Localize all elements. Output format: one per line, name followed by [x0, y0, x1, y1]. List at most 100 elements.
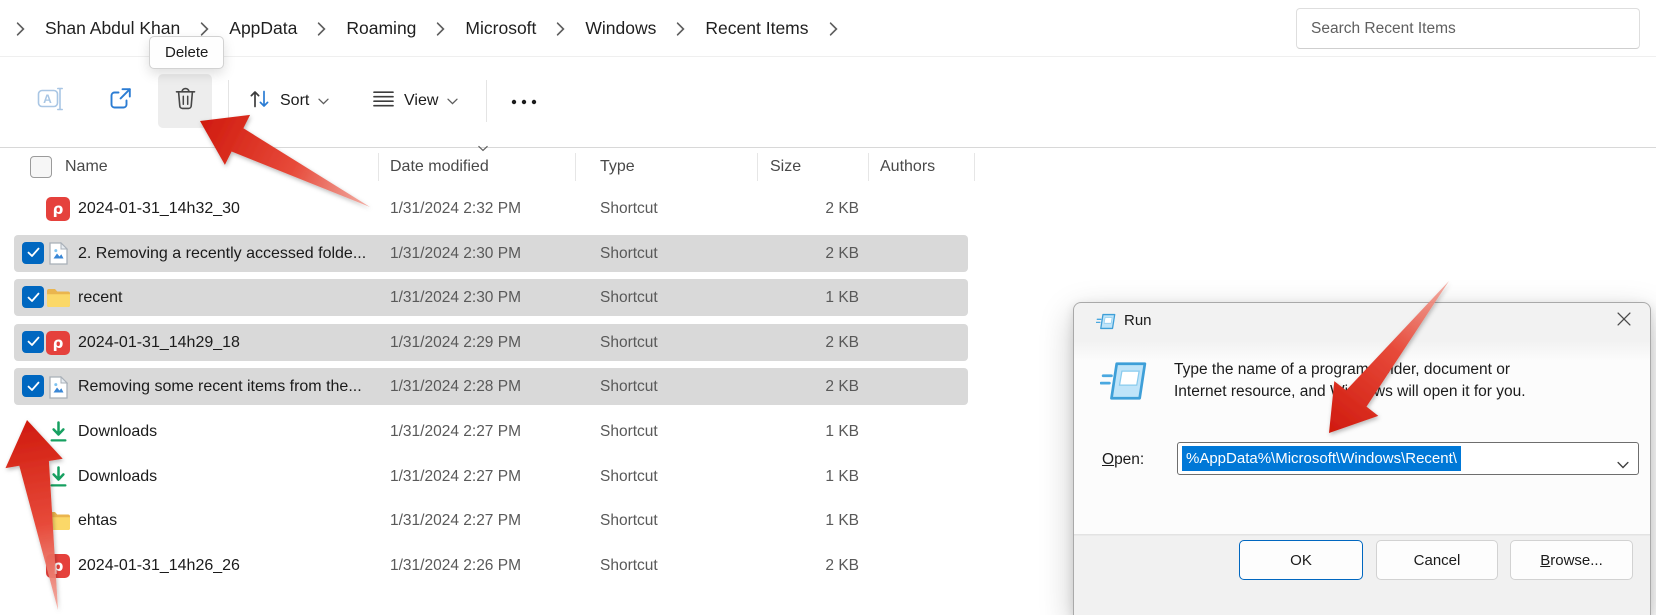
file-type: Shortcut — [600, 244, 658, 262]
run-icon — [1099, 361, 1148, 406]
column-header-type[interactable]: Type — [600, 148, 635, 186]
file-size: 2 KB — [825, 378, 859, 396]
share-icon — [108, 86, 133, 116]
document-file-icon — [45, 241, 71, 267]
file-name: 2024-01-31_14h32_30 — [78, 200, 240, 217]
table-row[interactable]: ρ 2024-01-31_14h29_18 1/31/2024 2:29 PM Sho… — [14, 323, 968, 361]
file-size: 2 KB — [825, 244, 859, 262]
folder-icon — [45, 285, 71, 311]
open-label: Open: — [1102, 451, 1145, 468]
delete-tooltip-label: Delete — [165, 44, 209, 61]
screenpresso-file-icon: ρ — [45, 196, 71, 222]
run-dialog-description: Type the name of a program, folder, docu… — [1174, 359, 1629, 403]
ellipsis-icon — [511, 92, 537, 110]
file-name: Downloads — [78, 467, 158, 485]
view-button[interactable]: View — [364, 74, 466, 128]
select-all-checkbox[interactable] — [30, 156, 52, 178]
run-dialog-title: Run — [1124, 312, 1152, 329]
file-size: 1 KB — [825, 467, 859, 485]
file-date-modified: 1/31/2024 2:30 PM — [390, 244, 521, 262]
breadcrumb-item[interactable]: Roaming — [336, 13, 426, 44]
column-header-size[interactable]: Size — [770, 148, 801, 186]
folder-icon — [45, 508, 71, 534]
table-row[interactable]: Removing some recent items from the... 1/… — [14, 368, 968, 406]
trash-icon — [175, 87, 196, 115]
breadcrumb-chevron-icon[interactable] — [675, 21, 686, 36]
sort-icon — [248, 88, 271, 115]
file-type: Shortcut — [600, 200, 658, 217]
table-row[interactable]: ρ 2024-01-31_14h26_26 1/31/2024 2:26 PM Sho… — [14, 547, 968, 584]
ok-button[interactable]: OK — [1239, 540, 1363, 580]
file-name: Removing some recent items from the... — [78, 378, 362, 396]
share-button[interactable] — [92, 74, 148, 128]
view-list-icon — [372, 89, 395, 114]
column-divider[interactable] — [575, 153, 576, 181]
breadcrumb-chevron-icon[interactable] — [828, 21, 839, 36]
chevron-down-icon — [318, 92, 329, 110]
column-divider[interactable] — [378, 153, 379, 181]
table-row[interactable]: recent 1/31/2024 2:30 PM Shortcut 1 KB — [14, 279, 968, 317]
breadcrumb-chevron-icon[interactable] — [15, 21, 26, 36]
sort-button[interactable]: Sort — [240, 74, 337, 128]
row-checkbox[interactable] — [22, 286, 44, 309]
file-date-modified: 1/31/2024 2:30 PM — [390, 289, 521, 307]
file-name: 2. Removing a recently accessed folde... — [78, 244, 367, 262]
file-name: recent — [78, 289, 123, 307]
file-size: 1 KB — [825, 289, 859, 307]
breadcrumb-chevron-icon[interactable] — [555, 21, 566, 36]
file-type: Shortcut — [600, 512, 658, 530]
breadcrumb-chevron-icon[interactable] — [316, 21, 327, 36]
file-date-modified: 1/31/2024 2:27 PM — [390, 422, 521, 440]
toolbar: A Sort View — [0, 57, 1656, 147]
column-divider[interactable] — [974, 153, 975, 181]
file-size: 2 KB — [825, 200, 859, 217]
cancel-button[interactable]: Cancel — [1376, 540, 1498, 580]
file-date-modified: 1/31/2024 2:27 PM — [390, 467, 521, 485]
close-button[interactable] — [1608, 307, 1640, 336]
table-row[interactable]: Downloads 1/31/2024 2:27 PM Shortcut 1 KB — [14, 458, 968, 495]
ok-button-label: OK — [1290, 551, 1312, 569]
file-date-modified: 1/31/2024 2:28 PM — [390, 378, 521, 396]
table-row[interactable]: Downloads 1/31/2024 2:27 PM Shortcut 1 KB — [14, 413, 968, 450]
browse-button[interactable]: Browse... — [1510, 540, 1633, 580]
breadcrumb-chevron-icon[interactable] — [435, 21, 446, 36]
column-header-authors[interactable]: Authors — [880, 148, 935, 186]
search-input[interactable] — [1296, 8, 1640, 49]
view-button-label: View — [404, 92, 439, 109]
breadcrumb-item[interactable]: AppData — [219, 13, 307, 44]
file-size: 1 KB — [825, 512, 859, 530]
column-header-name[interactable]: Name — [65, 148, 108, 186]
table-row[interactable]: ρ 2024-01-31_14h32_30 1/31/2024 2:32 PM Sho… — [14, 190, 968, 227]
column-divider[interactable] — [757, 153, 758, 181]
delete-button[interactable] — [158, 74, 212, 128]
download-icon — [45, 419, 71, 445]
column-header-date-modified[interactable]: Date modified — [390, 148, 489, 186]
table-row[interactable]: ehtas 1/31/2024 2:27 PM Shortcut 1 KB — [14, 502, 968, 539]
run-open-input-value[interactable]: %AppData%\Microsoft\Windows\Recent\ — [1182, 446, 1461, 471]
breadcrumb-item[interactable]: Microsoft — [455, 13, 546, 44]
breadcrumb-chevron-icon[interactable] — [199, 21, 210, 36]
row-checkbox[interactable] — [22, 330, 44, 353]
file-size: 2 KB — [825, 333, 859, 351]
file-date-modified: 1/31/2024 2:26 PM — [390, 556, 521, 574]
breadcrumb-item[interactable]: Recent Items — [695, 13, 818, 44]
file-type: Shortcut — [600, 378, 658, 396]
file-name: Downloads — [78, 422, 158, 440]
row-checkbox[interactable] — [22, 241, 44, 264]
rename-icon: A — [37, 86, 64, 117]
more-options-button[interactable] — [498, 74, 550, 128]
file-size: 2 KB — [825, 556, 859, 574]
rename-button[interactable]: A — [22, 74, 78, 128]
column-divider[interactable] — [868, 153, 869, 181]
file-name: ehtas — [78, 512, 118, 530]
run-open-combobox[interactable]: %AppData%\Microsoft\Windows\Recent\ — [1177, 442, 1639, 475]
breadcrumb-item[interactable]: Windows — [575, 13, 666, 44]
file-date-modified: 1/31/2024 2:29 PM — [390, 333, 521, 351]
file-date-modified: 1/31/2024 2:27 PM — [390, 512, 521, 530]
file-type: Shortcut — [600, 422, 658, 440]
row-checkbox[interactable] — [22, 375, 44, 398]
combobox-chevron-icon[interactable] — [1617, 456, 1629, 474]
run-dialog: Run Type the name of a program, folder, … — [1073, 302, 1651, 615]
file-name: 2024-01-31_14h26_26 — [78, 556, 240, 574]
table-row[interactable]: 2. Removing a recently accessed folde...… — [14, 234, 968, 272]
